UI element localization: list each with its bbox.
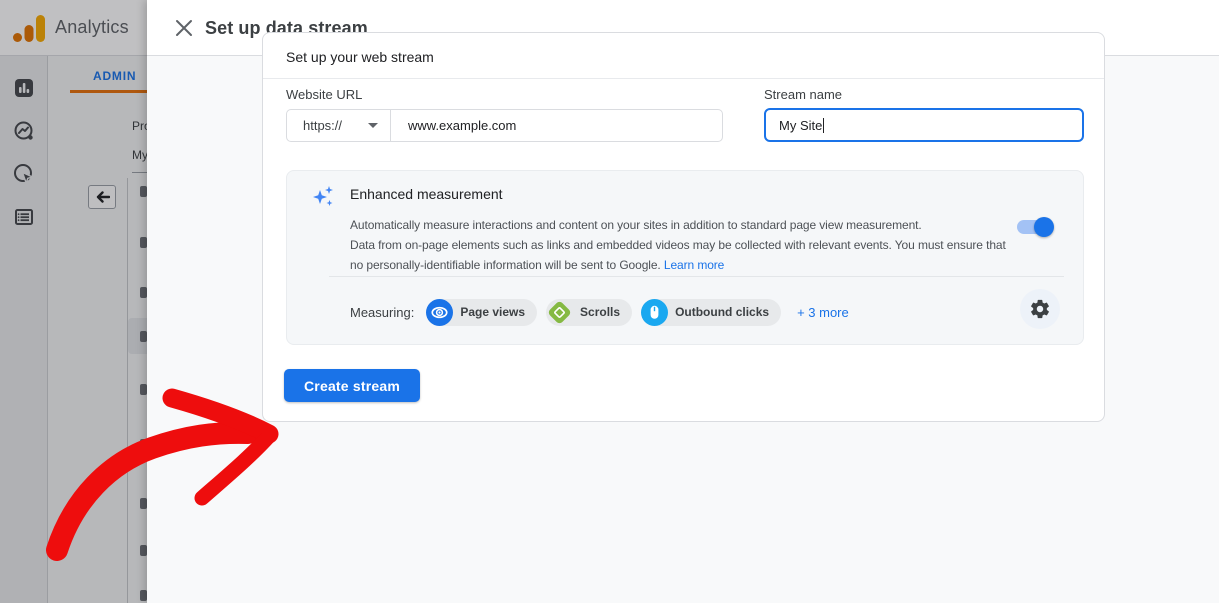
enhanced-measurement-toggle[interactable] (1017, 220, 1051, 234)
scroll-diamond-icon (546, 299, 573, 326)
create-stream-button[interactable]: Create stream (284, 369, 420, 402)
mouse-click-icon (641, 299, 668, 326)
chevron-down-icon (368, 123, 378, 128)
protocol-dropdown[interactable]: https:// (287, 110, 391, 141)
enhanced-measurement-description: Automatically measure interactions and c… (350, 215, 1010, 275)
learn-more-link[interactable]: Learn more (664, 258, 724, 272)
website-url-label: Website URL (286, 87, 362, 102)
chip-scrolls[interactable]: Scrolls (546, 299, 632, 326)
web-stream-card: Set up your web stream Website URL https… (262, 32, 1105, 422)
screen: Analytics (0, 0, 1219, 603)
section-divider (329, 276, 1064, 277)
chip-outbound-clicks[interactable]: Outbound clicks (641, 299, 781, 326)
stream-name-label: Stream name (764, 87, 842, 102)
card-divider (263, 78, 1104, 79)
more-chips-link[interactable]: + 3 more (797, 305, 849, 320)
stream-name-input[interactable]: My Site (764, 108, 1084, 142)
close-icon[interactable] (174, 18, 194, 38)
stream-name-value: My Site (779, 118, 822, 133)
chip-page-views[interactable]: Page views (426, 299, 537, 326)
text-cursor (823, 118, 824, 133)
chip-label: Scrolls (580, 305, 620, 319)
toggle-thumb (1034, 217, 1054, 237)
website-url-input[interactable]: www.example.com (391, 118, 516, 133)
description-line-1: Automatically measure interactions and c… (350, 218, 922, 232)
website-url-group: https:// www.example.com (286, 109, 723, 142)
measuring-label: Measuring: (350, 305, 414, 320)
enhanced-measurement-section: Enhanced measurement Automatically measu… (286, 170, 1084, 345)
protocol-value: https:// (303, 118, 342, 133)
chip-label: Outbound clicks (675, 305, 769, 319)
setup-data-stream-modal: Set up data stream Set up your web strea… (147, 0, 1219, 603)
measurement-settings-button[interactable] (1020, 289, 1060, 329)
measuring-row: Measuring: Page views (350, 291, 849, 333)
chip-label: Page views (460, 305, 525, 319)
card-title: Set up your web stream (286, 49, 434, 65)
enhanced-measurement-title: Enhanced measurement (350, 186, 503, 202)
sparkle-icon (310, 183, 338, 211)
visibility-eye-icon (426, 299, 453, 326)
modal-scrim[interactable] (0, 0, 147, 603)
gear-icon (1029, 298, 1051, 320)
